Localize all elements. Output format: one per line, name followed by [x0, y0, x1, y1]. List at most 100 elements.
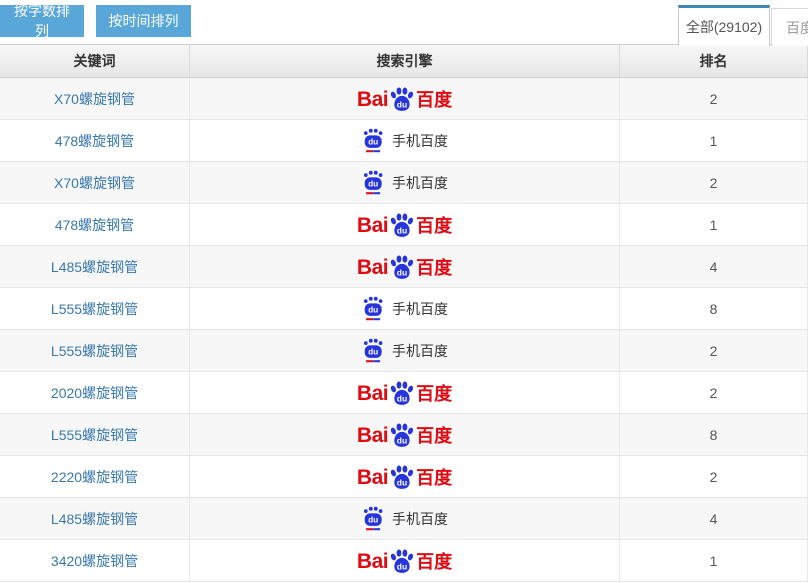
table-row: 478螺旋钢管 du 手机百度 — [0, 120, 808, 162]
baidu-logo-cn-text: 百度 — [416, 552, 452, 573]
rank-value: 8 — [710, 427, 718, 443]
rank-value: 8 — [710, 301, 718, 317]
sort-by-wordcount-button[interactable]: 按字数排列 — [0, 5, 84, 37]
mobile-engine-label: 手机百度 — [392, 131, 448, 151]
keyword-link[interactable]: X70螺旋钢管 — [54, 173, 135, 193]
baidu-logo-cn-text: 百度 — [416, 258, 452, 279]
svg-text:du: du — [397, 562, 407, 572]
keyword-link[interactable]: 478螺旋钢管 — [55, 131, 134, 151]
column-header-engine: 搜索引擎 — [190, 45, 620, 77]
baidu-mobile-logo: du 手机百度 — [361, 169, 448, 196]
baidu-logo-bai-text: Bai — [357, 256, 388, 279]
keyword-link[interactable]: L555螺旋钢管 — [51, 341, 138, 361]
baidu-mobile-logo: du 手机百度 — [361, 127, 448, 154]
table-row: L485螺旋钢管 du 手机百度 — [0, 498, 808, 540]
table-row: 2220螺旋钢管 Bai du 百度 2 — [0, 456, 808, 498]
baidu-paw-icon: du — [388, 548, 415, 575]
baidu-logo-bai-text: Bai — [357, 88, 388, 111]
keyword-link[interactable]: L485螺旋钢管 — [51, 509, 138, 529]
baidu-pc-logo: Bai du 百度 — [357, 254, 452, 279]
rank-value: 4 — [710, 259, 718, 275]
baidu-paw-icon: du — [388, 86, 415, 113]
baidu-paw-icon: du — [388, 380, 415, 407]
baidu-logo-cn-text: 百度 — [416, 90, 452, 111]
baidu-pc-logo: Bai du 百度 — [357, 212, 452, 237]
baidu-mobile-logo: du 手机百度 — [361, 337, 448, 364]
baidu-mobile-logo: du 手机百度 — [361, 505, 448, 532]
mobile-engine-label: 手机百度 — [392, 341, 448, 361]
rank-value: 2 — [710, 469, 718, 485]
table-row: X70螺旋钢管 Bai du 百度 2 — [0, 78, 808, 120]
column-header-keyword: 关键词 — [0, 45, 190, 77]
baidu-logo-bai-text: Bai — [357, 214, 388, 237]
rank-value: 1 — [710, 133, 718, 149]
baidu-pc-logo: Bai du 百度 — [357, 422, 452, 447]
sort-by-time-button[interactable]: 按时间排列 — [96, 5, 191, 37]
baidu-logo-cn-text: 百度 — [416, 426, 452, 447]
keyword-link[interactable]: L555螺旋钢管 — [51, 299, 138, 319]
baidu-paw-icon: du — [388, 254, 415, 281]
baidu-mobile-app-icon: du — [361, 505, 385, 532]
baidu-mobile-logo: du 手机百度 — [361, 295, 448, 322]
mobile-engine-label: 手机百度 — [392, 173, 448, 193]
baidu-mobile-app-icon: du — [361, 127, 385, 154]
table-row: 3420螺旋钢管 Bai du 百度 1 — [0, 540, 808, 582]
table-row: L555螺旋钢管 du 手机百度 — [0, 330, 808, 372]
table-row: 2020螺旋钢管 Bai du 百度 2 — [0, 372, 808, 414]
rank-value: 2 — [710, 175, 718, 191]
table-body: X70螺旋钢管 Bai du 百度 2 — [0, 78, 808, 582]
rank-value: 2 — [710, 91, 718, 107]
baidu-paw-icon: du — [388, 422, 415, 449]
rank-value: 2 — [710, 343, 718, 359]
rank-value: 1 — [710, 553, 718, 569]
svg-text:du: du — [368, 515, 378, 525]
keyword-link[interactable]: X70螺旋钢管 — [54, 89, 135, 109]
baidu-pc-logo: Bai du 百度 — [357, 86, 452, 111]
baidu-pc-logo: Bai du 百度 — [357, 464, 452, 489]
tab-baidu[interactable]: 百度 — [771, 8, 808, 46]
keyword-link[interactable]: L555螺旋钢管 — [51, 425, 138, 445]
keyword-link[interactable]: 478螺旋钢管 — [55, 215, 134, 235]
baidu-mobile-app-icon: du — [361, 169, 385, 196]
keyword-link[interactable]: L485螺旋钢管 — [51, 257, 138, 277]
top-toolbar: 按字数排列 按时间排列 全部(29102) 百度 — [0, 0, 808, 45]
rank-value: 1 — [710, 217, 718, 233]
table-header: 关键词 搜索引擎 排名 — [0, 45, 808, 78]
baidu-logo-bai-text: Bai — [357, 550, 388, 573]
column-header-rank: 排名 — [620, 45, 808, 77]
baidu-paw-icon: du — [388, 464, 415, 491]
svg-text:du: du — [368, 137, 378, 147]
rank-value: 2 — [710, 385, 718, 401]
table-row: 478螺旋钢管 Bai du 百度 1 — [0, 204, 808, 246]
baidu-logo-bai-text: Bai — [357, 466, 388, 489]
table-row: X70螺旋钢管 du 手机百度 — [0, 162, 808, 204]
baidu-logo-cn-text: 百度 — [416, 216, 452, 237]
mobile-engine-label: 手机百度 — [392, 299, 448, 319]
tab-all[interactable]: 全部(29102) — [678, 5, 770, 46]
table-row: L555螺旋钢管 du 手机百度 — [0, 288, 808, 330]
svg-text:du: du — [397, 100, 407, 110]
svg-text:du: du — [397, 478, 407, 488]
table-row: L555螺旋钢管 Bai du 百度 8 — [0, 414, 808, 456]
mobile-engine-label: 手机百度 — [392, 509, 448, 529]
baidu-paw-icon: du — [388, 212, 415, 239]
svg-text:du: du — [368, 179, 378, 189]
baidu-logo-bai-text: Bai — [357, 382, 388, 405]
keyword-link[interactable]: 2220螺旋钢管 — [51, 467, 138, 487]
keyword-link[interactable]: 3420螺旋钢管 — [51, 551, 138, 571]
baidu-mobile-app-icon: du — [361, 337, 385, 364]
baidu-mobile-app-icon: du — [361, 295, 385, 322]
svg-text:du: du — [397, 394, 407, 404]
svg-text:du: du — [368, 305, 378, 315]
baidu-logo-bai-text: Bai — [357, 424, 388, 447]
rank-value: 4 — [710, 511, 718, 527]
svg-text:du: du — [397, 436, 407, 446]
baidu-logo-cn-text: 百度 — [416, 384, 452, 405]
svg-text:du: du — [397, 226, 407, 236]
table-row: L485螺旋钢管 Bai du 百度 4 — [0, 246, 808, 288]
baidu-logo-cn-text: 百度 — [416, 468, 452, 489]
svg-text:du: du — [368, 347, 378, 357]
keyword-link[interactable]: 2020螺旋钢管 — [51, 383, 138, 403]
baidu-pc-logo: Bai du 百度 — [357, 380, 452, 405]
svg-text:du: du — [397, 268, 407, 278]
